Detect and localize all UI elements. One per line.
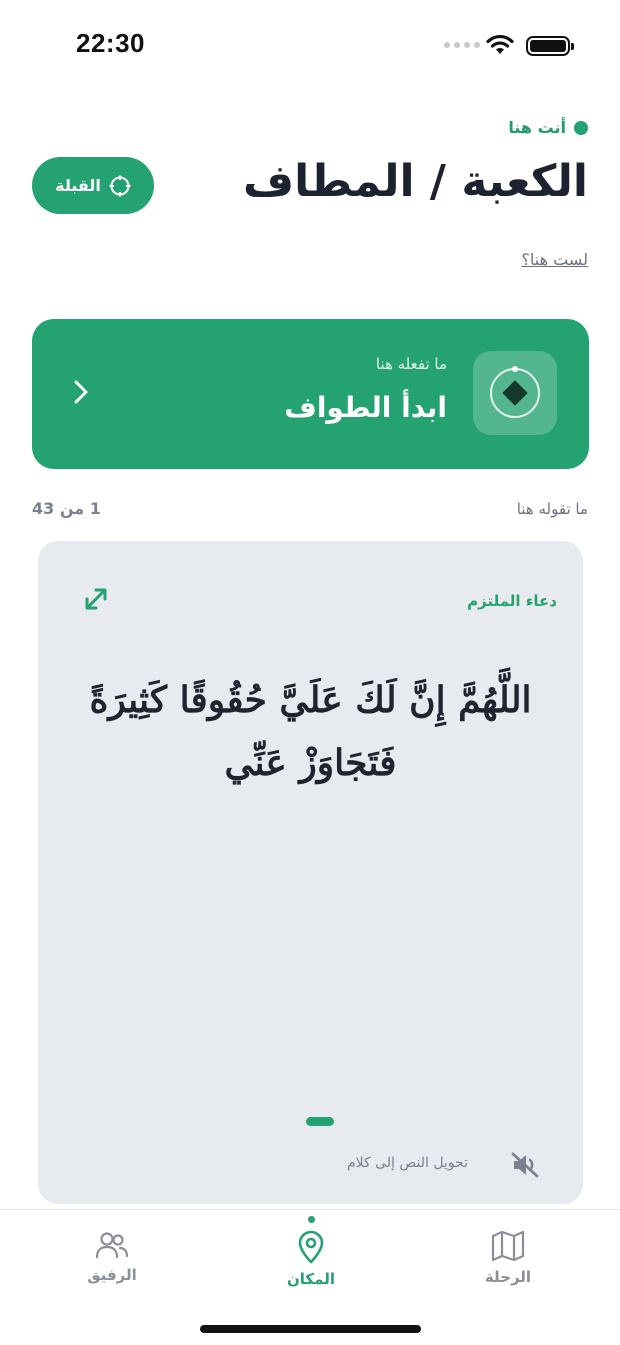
qibla-button-label: القبلة — [55, 176, 101, 195]
tab-companion[interactable]: الرفيق — [52, 1230, 172, 1284]
tab-place-label: المكان — [287, 1270, 335, 1288]
status-bar: 22:30 — [0, 0, 620, 90]
status-dot — [574, 120, 588, 135]
kaaba-icon — [490, 366, 540, 418]
dua-card[interactable]: دعاء الملتزم اللَّهُمَّ إِنَّ لَكَ عَلَي… — [38, 541, 583, 1204]
chevron-right-icon — [74, 380, 88, 404]
users-icon — [95, 1232, 129, 1259]
speaker-mute-icon[interactable] — [510, 1151, 540, 1179]
clock: 22:30 — [76, 28, 145, 58]
map-pin-icon — [298, 1230, 324, 1264]
tab-journey-label: الرحلة — [484, 1268, 532, 1286]
dua-counter: 1 من 43 — [32, 499, 101, 518]
dua-section-label: ما تقوله هنا — [516, 500, 588, 518]
action-title: ابدأ الطواف — [284, 391, 447, 424]
tab-companion-label: الرفيق — [87, 1266, 137, 1284]
kaaba-icon-box — [473, 351, 557, 435]
active-tab-dot — [308, 1216, 315, 1223]
wifi-icon — [486, 34, 514, 54]
tts-label: تحويل النص إلى كلام — [346, 1155, 468, 1171]
qibla-button[interactable]: القبلة — [32, 157, 154, 214]
start-action-card[interactable]: ما تفعله هنا ابدأ الطواف — [32, 319, 589, 469]
cellular-signal-icon — [444, 42, 480, 48]
dua-name: دعاء الملتزم — [467, 592, 557, 610]
expand-icon[interactable] — [82, 585, 110, 613]
tab-place[interactable]: المكان — [251, 1230, 371, 1288]
page-indicator — [306, 1117, 334, 1126]
location-status: أنت هنا — [508, 118, 588, 137]
tab-journey[interactable]: الرحلة — [448, 1230, 568, 1286]
map-icon — [491, 1230, 525, 1262]
home-indicator — [200, 1325, 421, 1333]
not-here-link[interactable]: لست هنا؟ — [521, 250, 588, 269]
dua-text: اللَّهُمَّ إِنَّ لَكَ عَلَيَّ حُقُوقًا ك… — [89, 679, 532, 784]
compass-icon — [109, 175, 131, 196]
page-title: الكعبة / المطاف — [243, 156, 588, 207]
battery-icon — [526, 36, 574, 56]
action-subtitle: ما تفعله هنا — [375, 355, 447, 373]
location-status-label: أنت هنا — [508, 118, 566, 137]
